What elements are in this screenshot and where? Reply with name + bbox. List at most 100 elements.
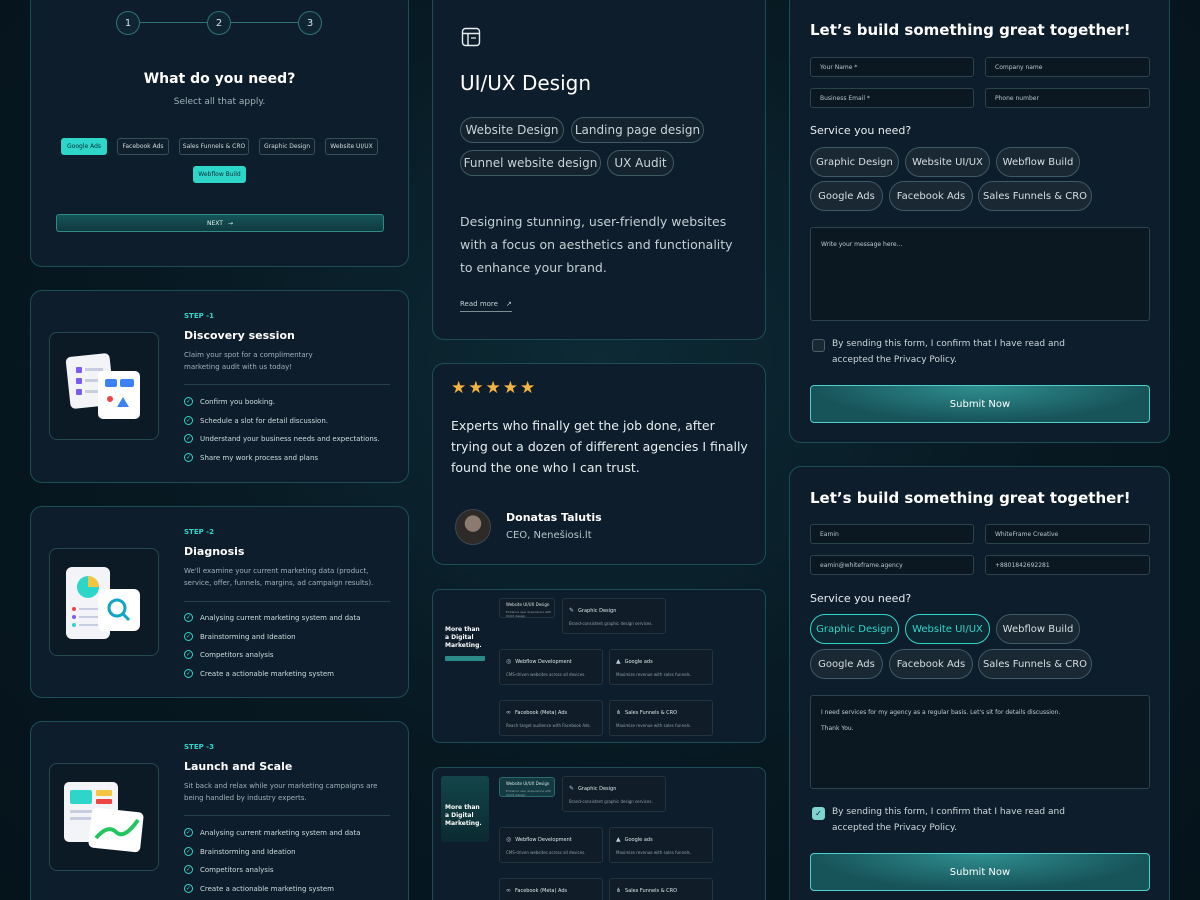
step-title: Diagnosis <box>184 545 245 558</box>
option-webflow-build[interactable]: Webflow Build <box>193 166 246 183</box>
service-label: Service you need? <box>810 592 912 605</box>
checklist-text: Create a actionable marketing system <box>200 884 334 893</box>
checklist-item: ✓ Analysing current marketing system and … <box>184 613 360 622</box>
services-sidebar-title: More than a Digital Marketing. <box>445 804 482 827</box>
read-more-link[interactable]: Read more ↗ <box>460 300 512 312</box>
name-field[interactable]: Your Name * <box>810 57 974 77</box>
checklist-item: ✓ Share my work process and plans <box>184 453 318 462</box>
launch-illustration <box>49 763 159 871</box>
mini-card-google-ads[interactable]: ▲ Google ads Maximize revenue with sales … <box>609 827 713 863</box>
google-ads-icon: ▲ <box>616 836 621 843</box>
check-circle-icon: ✓ <box>184 453 193 462</box>
company-field[interactable]: WhiteFrame Creative <box>985 524 1150 544</box>
services-grid-preview-1: More than a Digital Marketing. Website U… <box>432 589 766 743</box>
google-ads-icon: ▲ <box>616 658 621 665</box>
option-facebook-ads[interactable]: Facebook Ads <box>117 138 169 155</box>
email-field[interactable]: Business Email * <box>810 88 974 108</box>
mini-card-desc: Maximize revenue with sales funnels. <box>616 850 692 855</box>
stepper-line <box>231 22 298 23</box>
mini-card-website-uiux[interactable]: Website UI/UX Design Enhance user experi… <box>499 777 555 797</box>
mini-card-webflow[interactable]: ◎ Webflow Development CMS-driven websites… <box>499 827 603 863</box>
service-webflow-build[interactable]: Webflow Build <box>996 614 1080 644</box>
check-circle-icon: ✓ <box>184 613 193 622</box>
service-google-ads[interactable]: Google Ads <box>810 649 883 679</box>
checklist-item: ✓ Create a actionable marketing system <box>184 669 334 678</box>
avatar <box>455 509 491 545</box>
service-description: Designing stunning, user-friendly websit… <box>460 214 733 275</box>
mini-card-desc: Maximize revenue with sales funnels. <box>616 672 692 677</box>
checklist-item: ✓ Competitors analysis <box>184 650 274 659</box>
form-title: Let’s build something great together! <box>810 21 1131 39</box>
mini-card-heading: ◎ Webflow Development <box>506 836 572 843</box>
checklist-text: Analysing current marketing system and d… <box>200 828 361 837</box>
service-sales-funnels[interactable]: Sales Funnels & CRO <box>978 649 1092 679</box>
check-circle-icon: ✓ <box>184 828 193 837</box>
message-textarea[interactable]: Write your message here... <box>810 227 1150 321</box>
option-website-uiux[interactable]: Website UI/UX <box>325 138 378 155</box>
service-graphic-design[interactable]: Graphic Design <box>810 614 899 644</box>
tag-ux-audit[interactable]: UX Audit <box>607 150 674 176</box>
tag-funnel-website-design[interactable]: Funnel website design <box>460 150 601 176</box>
reviewer-name: Donatas Talutis <box>506 511 602 524</box>
stepper-line <box>140 22 207 23</box>
mini-card-heading: ▲ Google ads <box>616 658 653 665</box>
service-facebook-ads[interactable]: Facebook Ads <box>889 649 973 679</box>
service-graphic-design[interactable]: Graphic Design <box>810 147 899 177</box>
tag-landing-page-design[interactable]: Landing page design <box>571 117 704 143</box>
consent-checkbox[interactable]: ✓ <box>812 807 825 820</box>
step-2-indicator[interactable]: 2 <box>207 11 231 35</box>
checklist-text: Create a actionable marketing system <box>200 669 334 678</box>
process-step-card-1: STEP -1 Discovery session Claim your spo… <box>30 290 409 483</box>
checklist-text: Confirm you booking. <box>200 397 276 406</box>
service-sales-funnels[interactable]: Sales Funnels & CRO <box>978 181 1092 211</box>
meta-icon: ∞ <box>506 709 511 716</box>
arrow-right-icon: → <box>227 219 233 227</box>
submit-button[interactable]: Submit Now <box>810 385 1150 423</box>
step-title: Launch and Scale <box>184 760 293 773</box>
company-field[interactable]: Company name <box>985 57 1150 77</box>
phone-field[interactable]: Phone number <box>985 88 1150 108</box>
service-google-ads[interactable]: Google Ads <box>810 181 883 211</box>
option-sales-funnels[interactable]: Sales Funnels & CRO <box>179 138 249 155</box>
email-field[interactable]: eamin@whiteframe.agency <box>810 555 974 575</box>
mini-card-desc: CMS-driven websites across all devices. <box>506 850 586 855</box>
services-grid-preview-2: More than a Digital Marketing. Website U… <box>432 767 766 900</box>
divider <box>184 815 390 816</box>
mini-card-website-uiux[interactable]: Website UI/UX Design Enhance user experi… <box>499 598 555 618</box>
message-textarea[interactable]: I need services for my agency as a regul… <box>810 695 1150 789</box>
option-graphic-design[interactable]: Graphic Design <box>259 138 315 155</box>
option-google-ads[interactable]: Google Ads <box>61 138 107 155</box>
service-website-uiux[interactable]: Website UI/UX <box>905 614 990 644</box>
mini-card-google-ads[interactable]: ▲ Google ads Maximize revenue with sales … <box>609 649 713 685</box>
discovery-illustration <box>49 332 159 440</box>
mini-card-desc: Enhance user experience with UI/UX desig… <box>506 610 552 618</box>
submit-button[interactable]: Submit Now <box>810 853 1150 891</box>
service-wizard-card: 1 2 3 What do you need? Select all that … <box>30 0 409 267</box>
name-field[interactable]: Eamin <box>810 524 974 544</box>
step-1-indicator[interactable]: 1 <box>116 11 140 35</box>
step-3-indicator[interactable]: 3 <box>298 11 322 35</box>
mini-card-title: Sales Funnels & CRO <box>625 709 678 716</box>
wizard-title: What do you need? <box>143 71 296 87</box>
mini-card-title: Website UI/UX Design <box>506 602 550 607</box>
checklist-item: ✓ Analysing current marketing system and … <box>184 828 360 837</box>
consent-checkbox[interactable] <box>812 339 825 352</box>
mini-card-webflow[interactable]: ◎ Webflow Development CMS-driven websites… <box>499 649 603 685</box>
read-more-label: Read more <box>460 300 498 308</box>
service-website-uiux[interactable]: Website UI/UX <box>905 147 990 177</box>
tag-website-design[interactable]: Website Design <box>460 117 564 143</box>
mini-card-graphic-design[interactable]: ✎ Graphic Design Brand-consistent graphic… <box>562 598 666 634</box>
service-facebook-ads[interactable]: Facebook Ads <box>889 181 973 211</box>
next-button[interactable]: NEXT → <box>56 214 384 232</box>
phone-field[interactable]: +8801842692281 <box>985 555 1150 575</box>
mini-card-sales-funnels[interactable]: ⋔ Sales Funnels & CRO Maximize revenue wi… <box>609 700 713 736</box>
message-line: I need services for my agency as a regul… <box>821 709 1061 716</box>
sidebar-cta-button[interactable] <box>445 656 485 661</box>
mini-card-facebook-ads[interactable]: ∞ Facebook (Meta) Ads Reach target audien… <box>499 700 603 736</box>
diagnosis-illustration <box>49 548 159 656</box>
mini-card-facebook-ads[interactable]: ∞ Facebook (Meta) Ads <box>499 878 603 900</box>
mini-card-sales-funnels[interactable]: ⋔ Sales Funnels & CRO <box>609 878 713 900</box>
mini-card-graphic-design[interactable]: ✎ Graphic Design Brand-consistent graphic… <box>562 776 666 812</box>
service-webflow-build[interactable]: Webflow Build <box>996 147 1080 177</box>
check-circle-icon: ✓ <box>184 632 193 641</box>
